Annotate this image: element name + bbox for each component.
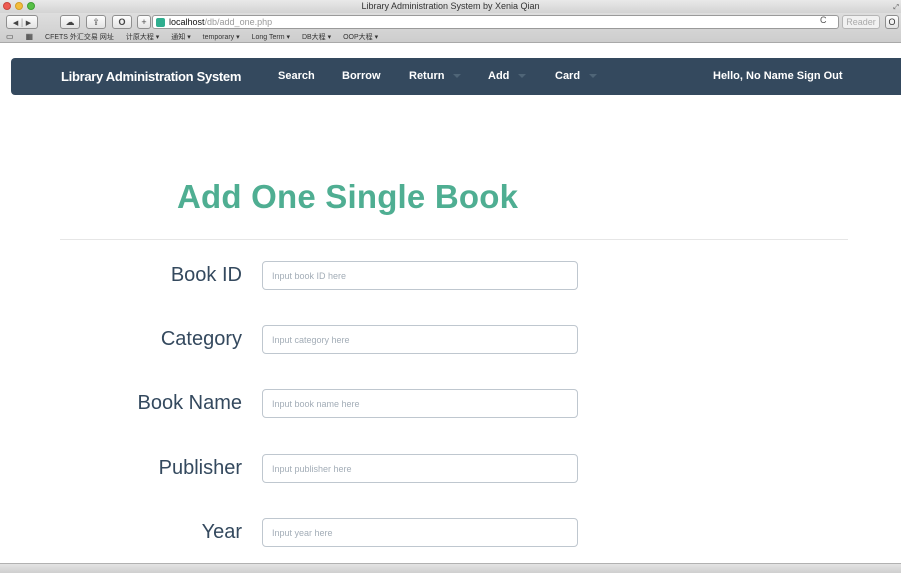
book-name-input[interactable] — [262, 389, 578, 418]
book-id-input[interactable] — [262, 261, 578, 290]
nav-item-return[interactable]: Return — [409, 58, 462, 95]
form-row-book-id: Book ID — [0, 261, 600, 290]
extension-icon: O — [118, 17, 126, 27]
chevron-down-icon — [589, 74, 598, 79]
form-row-category: Category — [0, 325, 600, 354]
share-icon: ⇪ — [92, 17, 100, 27]
bookmark-item[interactable]: DB大程 ▾ — [302, 34, 331, 41]
nav-item-label: Card — [555, 70, 581, 82]
reader-button[interactable]: Reader — [842, 15, 880, 29]
bookmark-item[interactable]: Long Term ▾ — [252, 34, 290, 41]
nav-item-label: Search — [278, 70, 315, 82]
plus-icon: + — [141, 17, 147, 27]
window-bottom-bar — [0, 563, 901, 573]
bookmark-item[interactable]: 计原大程 ▾ — [126, 34, 159, 41]
form-row-book-name: Book Name — [0, 389, 600, 418]
bookmark-item[interactable]: OOP大程 ▾ — [343, 34, 378, 41]
form-row-publisher: Publisher — [0, 454, 600, 483]
divider — [60, 239, 848, 240]
new-tab-button[interactable]: + — [137, 15, 151, 29]
back-forward-buttons[interactable]: ◀ | ▶ — [6, 15, 38, 29]
share-button[interactable]: ⇪ — [86, 15, 106, 29]
bookmarks-bar: ▭ ▦ CFETS 外汇交易 网址 计原大程 ▾ 通知 ▾ temporary … — [0, 31, 901, 42]
brand-link[interactable]: Library Administration System — [61, 58, 241, 95]
url-host: localhost — [169, 17, 205, 27]
icloud-tabs-button[interactable]: ☁ — [60, 15, 80, 29]
book-name-label: Book Name — [137, 392, 243, 414]
book-id-label: Book ID — [170, 264, 242, 286]
window-title: Library Administration System by Xenia Q… — [361, 1, 540, 11]
window-titlebar: Library Administration System by Xenia Q… — [0, 0, 901, 13]
bookmark-item[interactable]: CFETS 外汇交易 网址 — [45, 34, 114, 41]
nav-item-search[interactable]: Search — [278, 58, 315, 95]
publisher-label: Publisher — [158, 457, 242, 479]
bookmark-item[interactable]: 通知 ▾ — [171, 34, 190, 41]
forward-arrow-icon[interactable]: ▶ — [26, 20, 31, 27]
minimize-window-button[interactable] — [15, 2, 23, 10]
user-signout-link[interactable]: Hello, No Name Sign Out — [713, 58, 843, 95]
nav-item-label: Borrow — [342, 70, 381, 82]
nav-item-label: Return — [409, 70, 445, 82]
nav-item-add[interactable]: Add — [488, 58, 527, 95]
toolbar-extension-icon[interactable]: O — [885, 15, 899, 29]
nav-item-card[interactable]: Card — [555, 58, 598, 95]
bookmark-item[interactable]: temporary ▾ — [203, 34, 240, 41]
zoom-window-button[interactable] — [27, 2, 35, 10]
year-label: Year — [201, 521, 242, 543]
category-label: Category — [160, 328, 242, 350]
site-favicon-icon — [156, 18, 165, 27]
cloud-icon: ☁ — [65, 17, 75, 27]
chevron-down-icon — [453, 74, 462, 79]
browser-toolbar: ◀ | ▶ ☁ ⇪ O + localhost/db/add_one.php C… — [0, 13, 901, 43]
nav-item-label: Add — [488, 70, 510, 82]
reload-icon[interactable]: C — [820, 15, 827, 25]
app-navbar: Library Administration System Search Bor… — [11, 58, 901, 95]
reading-list-icon[interactable]: ▭ — [6, 32, 14, 41]
top-sites-icon[interactable]: ▦ — [26, 32, 34, 41]
page-title: Add One Single Book — [177, 178, 519, 215]
address-bar[interactable]: localhost/db/add_one.php — [152, 15, 839, 29]
url-path: /db/add_one.php — [204, 17, 273, 27]
close-window-button[interactable] — [3, 2, 11, 10]
back-arrow-icon[interactable]: ◀ — [13, 20, 18, 27]
year-input[interactable] — [262, 518, 578, 547]
category-input[interactable] — [262, 325, 578, 354]
form-row-year: Year — [0, 518, 600, 547]
chevron-down-icon — [518, 74, 527, 79]
publisher-input[interactable] — [262, 454, 578, 483]
extension-button[interactable]: O — [112, 15, 132, 29]
nav-item-borrow[interactable]: Borrow — [342, 58, 381, 95]
